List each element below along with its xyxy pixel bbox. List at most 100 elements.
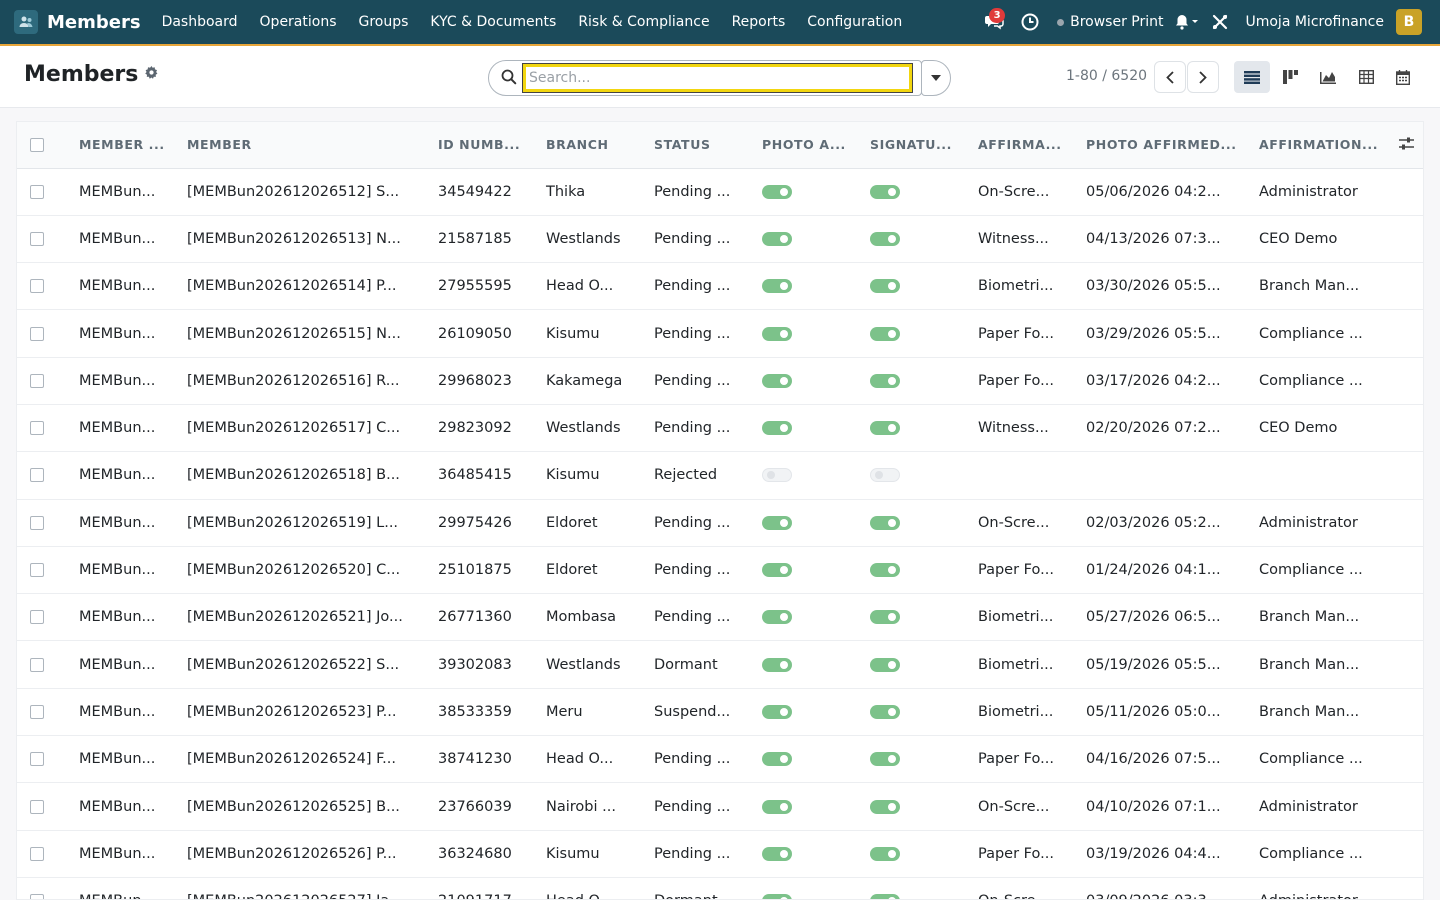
- search-icon[interactable]: [501, 69, 517, 89]
- app-icon[interactable]: [14, 10, 38, 34]
- pager-value[interactable]: 1-80 / 6520: [1066, 68, 1147, 84]
- table-row[interactable]: MEMBun... [MEMBun202612026526] P... 363246…: [17, 830, 1423, 878]
- pager-previous-button[interactable]: [1154, 61, 1186, 93]
- browser-print-status[interactable]: Browser Print: [1049, 0, 1163, 44]
- table-row[interactable]: MEMBun... [MEMBun202612026513] N... 215871…: [17, 215, 1423, 264]
- row-checkbox[interactable]: [30, 184, 44, 199]
- nav-reports[interactable]: Reports: [721, 14, 797, 30]
- signature-toggle[interactable]: [870, 231, 900, 246]
- signature-toggle[interactable]: [870, 515, 900, 530]
- photo-affirmed-toggle[interactable]: [762, 563, 792, 578]
- photo-affirmed-toggle[interactable]: [762, 373, 792, 388]
- list-view-button[interactable]: [1234, 61, 1270, 93]
- column-header-branch[interactable]: BRANCH: [538, 122, 646, 169]
- signature-toggle[interactable]: [870, 184, 900, 199]
- row-checkbox[interactable]: [30, 373, 44, 388]
- search-input[interactable]: [522, 63, 913, 93]
- column-header-member[interactable]: MEMBER: [179, 122, 430, 169]
- signature-toggle[interactable]: [870, 704, 900, 719]
- nav-configuration[interactable]: Configuration: [796, 14, 913, 30]
- pivot-view-button[interactable]: [1348, 61, 1384, 93]
- calendar-view-button[interactable]: [1385, 61, 1421, 93]
- table-row[interactable]: MEMBun... [MEMBun202612026523] P... 385333…: [17, 688, 1423, 737]
- signature-toggle[interactable]: [870, 421, 900, 436]
- photo-affirmed-toggle[interactable]: [762, 468, 792, 483]
- photo-affirmed-toggle[interactable]: [762, 894, 792, 899]
- signature-toggle[interactable]: [870, 846, 900, 861]
- column-header-photo-affirmed-on[interactable]: PHOTO AFFIRMED...: [1078, 122, 1251, 169]
- row-checkbox[interactable]: [30, 704, 44, 719]
- table-row[interactable]: MEMBun... [MEMBun202612026521] Jo... 26771…: [17, 593, 1423, 642]
- photo-affirmed-toggle[interactable]: [762, 752, 792, 767]
- user-avatar[interactable]: B: [1396, 9, 1422, 35]
- row-checkbox[interactable]: [30, 610, 44, 625]
- row-checkbox[interactable]: [30, 421, 44, 436]
- row-checkbox[interactable]: [30, 279, 44, 294]
- row-checkbox[interactable]: [30, 468, 44, 483]
- column-header-affirmation-method[interactable]: AFFIRMA...: [970, 122, 1078, 169]
- messaging-menu[interactable]: 3: [977, 0, 1011, 44]
- graph-view-button[interactable]: [1310, 61, 1346, 93]
- tools-menu[interactable]: [1207, 0, 1233, 44]
- column-header-affirmation-by[interactable]: AFFIRMATION...: [1251, 122, 1391, 169]
- signature-toggle[interactable]: [870, 468, 900, 483]
- select-all-checkbox[interactable]: [30, 137, 44, 152]
- table-row[interactable]: MEMBun... [MEMBun202612026516] R... 299680…: [17, 357, 1423, 405]
- table-row[interactable]: MEMBun... [MEMBun202612026525] B... 237660…: [17, 782, 1423, 831]
- photo-affirmed-toggle[interactable]: [762, 515, 792, 530]
- table-row[interactable]: MEMBun...[MEMBun202612026527] Ja...21091…: [17, 877, 1423, 899]
- nav-operations[interactable]: Operations: [249, 14, 348, 30]
- signature-toggle[interactable]: [870, 894, 900, 899]
- table-row[interactable]: MEMBun... [MEMBun202612026517] C... 298230…: [17, 404, 1423, 453]
- table-row[interactable]: MEMBun... [MEMBun202612026512] S... 345494…: [17, 168, 1423, 216]
- notifications-menu[interactable]: [1169, 0, 1207, 44]
- nav-dashboard[interactable]: Dashboard: [151, 14, 249, 30]
- nav-kyc-documents[interactable]: KYC & Documents: [419, 14, 567, 30]
- signature-toggle[interactable]: [870, 373, 900, 388]
- photo-affirmed-toggle[interactable]: [762, 610, 792, 625]
- row-checkbox[interactable]: [30, 799, 44, 814]
- nav-risk-compliance[interactable]: Risk & Compliance: [567, 14, 720, 30]
- row-checkbox[interactable]: [30, 326, 44, 341]
- table-row[interactable]: MEMBun... [MEMBun202612026520] C... 251018…: [17, 546, 1423, 595]
- photo-affirmed-toggle[interactable]: [762, 184, 792, 199]
- photo-affirmed-toggle[interactable]: [762, 799, 792, 814]
- column-header-id-number[interactable]: ID NUMB...: [430, 122, 538, 169]
- table-row[interactable]: MEMBun... [MEMBun202612026515] N... 261090…: [17, 309, 1423, 358]
- gear-icon[interactable]: [145, 66, 158, 83]
- table-row[interactable]: MEMBun... [MEMBun202612026524] F... 387412…: [17, 735, 1423, 784]
- signature-toggle[interactable]: [870, 657, 900, 672]
- signature-toggle[interactable]: [870, 752, 900, 767]
- nav-groups[interactable]: Groups: [348, 14, 420, 30]
- photo-affirmed-toggle[interactable]: [762, 326, 792, 341]
- signature-toggle[interactable]: [870, 799, 900, 814]
- photo-affirmed-toggle[interactable]: [762, 231, 792, 246]
- kanban-view-button[interactable]: [1272, 61, 1308, 93]
- row-checkbox[interactable]: [30, 846, 44, 861]
- search-options-toggle[interactable]: [921, 60, 951, 96]
- column-settings-icon[interactable]: [1399, 137, 1414, 153]
- photo-affirmed-toggle[interactable]: [762, 657, 792, 672]
- column-header-member-no[interactable]: MEMBER ...: [71, 122, 179, 169]
- photo-affirmed-toggle[interactable]: [762, 421, 792, 436]
- company-switcher[interactable]: Umoja Microfinance: [1245, 14, 1384, 30]
- signature-toggle[interactable]: [870, 563, 900, 578]
- table-row[interactable]: MEMBun... [MEMBun202612026518] B... 364854…: [17, 451, 1423, 500]
- row-checkbox[interactable]: [30, 515, 44, 530]
- signature-toggle[interactable]: [870, 326, 900, 341]
- photo-affirmed-toggle[interactable]: [762, 704, 792, 719]
- table-row[interactable]: MEMBun... [MEMBun202612026522] S... 393020…: [17, 640, 1423, 689]
- app-title[interactable]: Members: [47, 12, 141, 33]
- row-checkbox[interactable]: [30, 231, 44, 246]
- table-row[interactable]: MEMBun... [MEMBun202612026514] P... 279555…: [17, 262, 1423, 311]
- photo-affirmed-toggle[interactable]: [762, 846, 792, 861]
- signature-toggle[interactable]: [870, 279, 900, 294]
- photo-affirmed-toggle[interactable]: [762, 279, 792, 294]
- row-checkbox[interactable]: [30, 657, 44, 672]
- pager-next-button[interactable]: [1187, 61, 1219, 93]
- row-checkbox[interactable]: [30, 563, 44, 578]
- row-checkbox[interactable]: [30, 894, 44, 899]
- activity-menu[interactable]: [1011, 0, 1049, 44]
- signature-toggle[interactable]: [870, 610, 900, 625]
- row-checkbox[interactable]: [30, 752, 44, 767]
